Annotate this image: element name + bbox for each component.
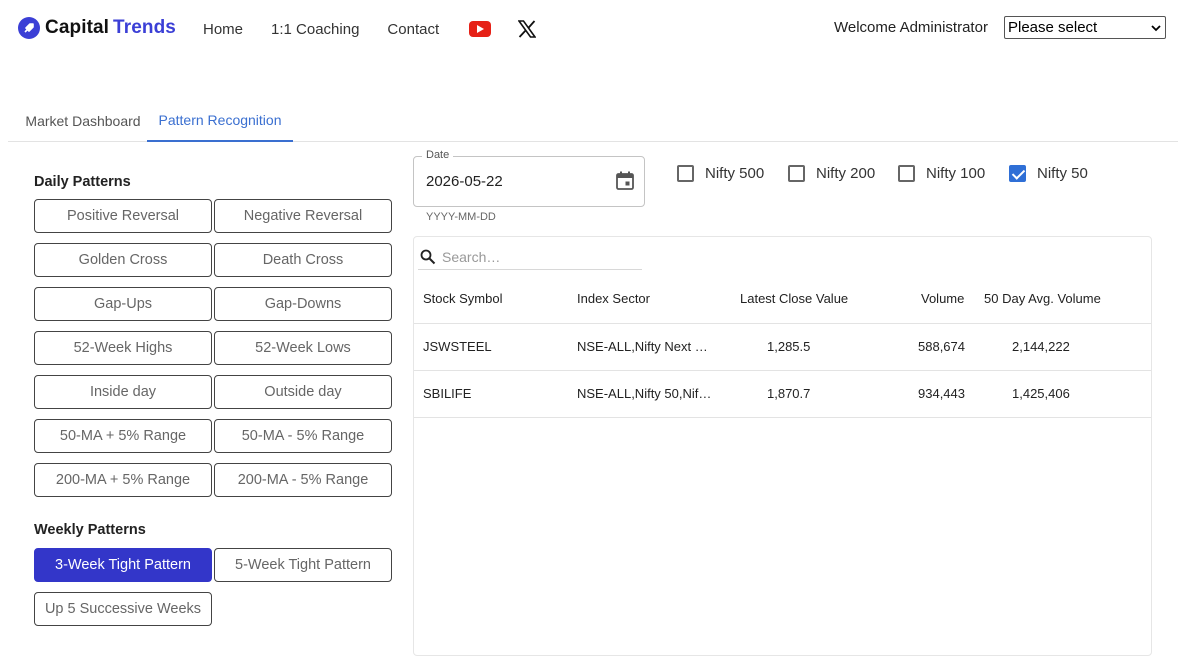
cell-symbol[interactable]: SBILIFE [423, 386, 471, 401]
nav-home[interactable]: Home [203, 21, 243, 38]
pattern-golden-cross[interactable]: Golden Cross [34, 243, 212, 277]
rocket-icon [18, 17, 40, 39]
brand-accent: Trends [113, 17, 176, 38]
main-nav: Home 1:1 Coaching Contact [203, 20, 537, 38]
column-header-symbol[interactable]: Stock Symbol [423, 291, 502, 306]
pattern-50ma-minus-5[interactable]: 50-MA - 5% Range [214, 419, 392, 453]
pattern-200ma-plus-5[interactable]: 200-MA + 5% Range [34, 463, 212, 497]
cell-close: 1,870.7 [767, 386, 811, 401]
pattern-outside-day[interactable]: Outside day [214, 375, 392, 409]
pattern-negative-reversal[interactable]: Negative Reversal [214, 199, 392, 233]
pattern-52-week-lows[interactable]: 52-Week Lows [214, 331, 392, 365]
tab-market-dashboard[interactable]: Market Dashboard [14, 100, 152, 142]
pattern-positive-reversal[interactable]: Positive Reversal [34, 199, 212, 233]
date-value[interactable]: 2026-05-22 [426, 173, 503, 190]
column-header-avg-volume[interactable]: 50 Day Avg. Volume [984, 291, 1101, 306]
pattern-5-week-tight[interactable]: 5-Week Tight Pattern [214, 548, 392, 582]
pattern-gap-ups[interactable]: Gap-Ups [34, 287, 212, 321]
column-header-sector[interactable]: Index Sector [577, 291, 650, 306]
pattern-52-week-highs[interactable]: 52-Week Highs [34, 331, 212, 365]
cell-volume: 934,443 [918, 386, 965, 401]
welcome-text: Welcome Administrator [834, 19, 988, 36]
row-divider [414, 370, 1151, 371]
column-header-close[interactable]: Latest Close Value [740, 291, 848, 306]
youtube-icon[interactable] [469, 21, 492, 37]
checkbox-nifty-100[interactable]: Nifty 100 [898, 165, 985, 182]
cell-volume: 588,674 [918, 339, 965, 354]
pattern-inside-day[interactable]: Inside day [34, 375, 212, 409]
table-search[interactable] [418, 244, 642, 270]
checkbox-nifty-200[interactable]: Nifty 200 [788, 165, 875, 182]
pattern-death-cross[interactable]: Death Cross [214, 243, 392, 277]
search-icon [420, 249, 436, 265]
daily-patterns-title: Daily Patterns [34, 174, 131, 190]
brand-name: Capital [45, 17, 110, 38]
pattern-gap-downs[interactable]: Gap-Downs [214, 287, 392, 321]
search-input[interactable] [442, 248, 632, 265]
row-divider [414, 417, 1151, 418]
checkbox-label: Nifty 200 [816, 165, 876, 182]
tab-pattern-recognition[interactable]: Pattern Recognition [147, 100, 293, 142]
chevron-down-icon [1151, 19, 1161, 36]
tab-bar: Market Dashboard Pattern Recognition [8, 100, 1178, 142]
cell-sector: NSE-ALL,Nifty Next … [577, 339, 708, 354]
cell-avg-volume: 2,144,222 [1012, 339, 1070, 354]
checkbox-checked-icon [1009, 165, 1026, 182]
account-select[interactable]: Please select [1004, 16, 1166, 39]
checkbox-nifty-500[interactable]: Nifty 500 [677, 165, 764, 182]
checkbox-label: Nifty 500 [705, 165, 765, 182]
weekly-patterns-title: Weekly Patterns [34, 522, 146, 538]
date-format-hint: YYYY-MM-DD [426, 211, 496, 223]
checkbox-icon [898, 165, 915, 182]
checkbox-icon [788, 165, 805, 182]
pattern-50ma-plus-5[interactable]: 50-MA + 5% Range [34, 419, 212, 453]
pattern-up-5-weeks[interactable]: Up 5 Successive Weeks [34, 592, 212, 626]
pattern-200ma-minus-5[interactable]: 200-MA - 5% Range [214, 463, 392, 497]
date-label: Date [422, 149, 454, 161]
account-select-value: Please select [1008, 19, 1098, 36]
nav-contact[interactable]: Contact [387, 21, 439, 38]
checkbox-nifty-50[interactable]: Nifty 50 [1009, 165, 1088, 182]
checkbox-label: Nifty 100 [926, 165, 986, 182]
calendar-icon[interactable] [616, 171, 634, 190]
checkbox-icon [677, 165, 694, 182]
cell-symbol[interactable]: JSWSTEEL [423, 339, 492, 354]
cell-close: 1,285.5 [767, 339, 811, 354]
row-divider [414, 323, 1151, 324]
brand-logo[interactable]: Capital Trends [18, 17, 176, 39]
pattern-3-week-tight[interactable]: 3-Week Tight Pattern [34, 548, 212, 582]
column-header-volume[interactable]: Volume [921, 291, 964, 306]
x-twitter-icon[interactable] [517, 20, 537, 38]
cell-sector: NSE-ALL,Nifty 50,Nif… [577, 386, 712, 401]
cell-avg-volume: 1,425,406 [1012, 386, 1070, 401]
top-header: Capital Trends Home 1:1 Coaching Contact … [0, 0, 1199, 60]
nav-coaching[interactable]: 1:1 Coaching [271, 21, 359, 38]
checkbox-label: Nifty 50 [1037, 165, 1088, 182]
